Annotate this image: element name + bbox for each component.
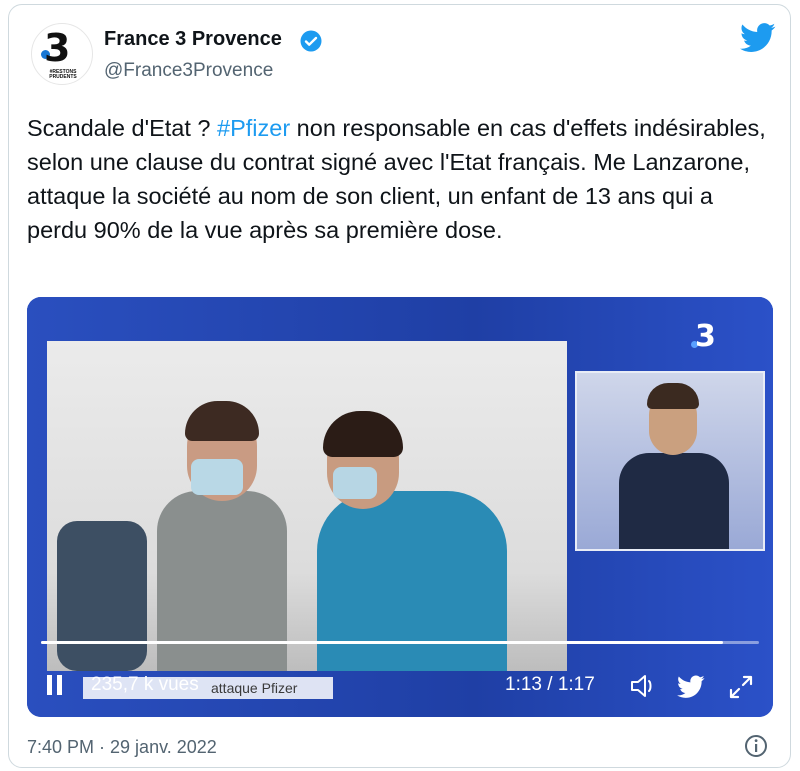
hashtag-link[interactable]: #Pfizer <box>217 115 290 141</box>
channel-logo: 3 <box>695 319 716 354</box>
volume-icon[interactable] <box>629 673 659 699</box>
lawyer-inset <box>575 371 765 551</box>
display-name[interactable]: France 3 Provence <box>104 28 282 51</box>
face-mask <box>191 459 243 495</box>
tweet-timestamp[interactable]: 7:40 PM · 29 janv. 2022 <box>27 737 217 758</box>
pause-icon[interactable] <box>47 675 63 695</box>
video-time: 1:13 / 1:17 <box>505 674 595 695</box>
vaccination-footage <box>47 341 567 671</box>
verified-badge-icon <box>300 30 322 52</box>
face-mask <box>333 467 377 499</box>
video-player[interactable]: 3 attaque Pfizer 235,7 k vues 1:13 / 1:1… <box>27 297 773 717</box>
progress-fill <box>41 641 724 644</box>
avatar-mark: 3 <box>44 26 71 70</box>
progress-bar[interactable] <box>41 641 759 644</box>
avatar[interactable]: 3 #RESTONS PRUDENTS <box>31 23 93 85</box>
view-count: 235,7 k vues <box>91 674 199 695</box>
avatar-motto: #RESTONS PRUDENTS <box>49 69 77 80</box>
video-controls: attaque Pfizer 235,7 k vues 1:13 / 1:17 <box>27 657 773 701</box>
account-handle[interactable]: @France3Provence <box>104 60 273 82</box>
info-icon[interactable] <box>743 733 769 759</box>
tweet-text-start: Scandale d'Etat ? <box>27 115 218 141</box>
patient-figure <box>157 491 287 671</box>
tweet-card: 3 #RESTONS PRUDENTS France 3 Provence @F… <box>8 4 791 768</box>
fullscreen-icon[interactable] <box>727 673 755 701</box>
tweet-text: Scandale d'Etat ? #Pfizer non responsabl… <box>27 111 777 247</box>
jacket <box>57 521 147 671</box>
nurse-figure <box>317 491 507 671</box>
twitter-icon[interactable] <box>677 675 705 699</box>
twitter-bird-icon[interactable] <box>740 23 776 53</box>
